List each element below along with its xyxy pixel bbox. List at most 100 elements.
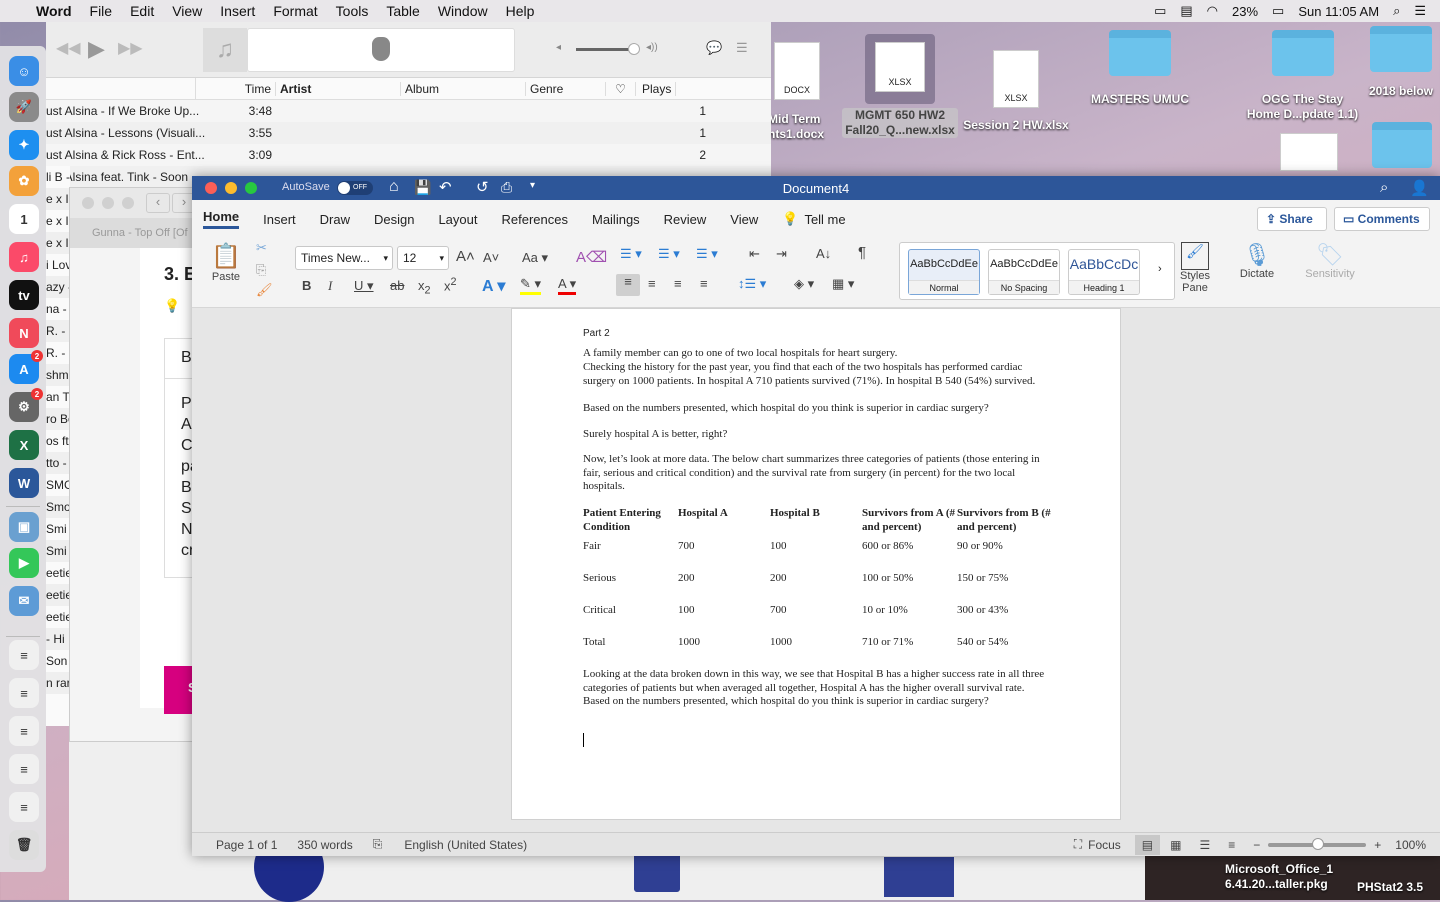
style-normal[interactable]: AaBbCcDdEe Normal (908, 249, 980, 295)
song-row[interactable]: e x I (46, 188, 70, 210)
tab-view[interactable]: View (730, 212, 758, 227)
zoom-button[interactable] (245, 182, 257, 194)
italic-button[interactable]: I (328, 278, 332, 294)
menu-window[interactable]: Window (429, 3, 497, 19)
dock-preview-icon[interactable]: ▣ (9, 512, 39, 542)
format-painter-icon[interactable]: 🖌 (256, 282, 273, 298)
battery-icon[interactable]: ▭ (1272, 3, 1284, 19)
text-effects-button[interactable]: A ▾ (482, 276, 505, 296)
styles-pane-button[interactable]: 🖌 Styles Pane (1178, 242, 1212, 294)
copy-icon[interactable]: ⎘ (256, 262, 266, 278)
dock-finder-icon[interactable]: ☺ (9, 56, 39, 86)
superscript-button[interactable]: x2 (444, 276, 457, 293)
dock-system-preferences-icon[interactable]: ⚙ 2 (9, 388, 43, 422)
styles-gallery-next-icon[interactable]: › (1158, 263, 1162, 275)
undo-icon[interactable]: ↶ (439, 178, 452, 196)
menu-tools[interactable]: Tools (327, 3, 378, 19)
dock-app-store-icon[interactable]: A2 (9, 350, 43, 384)
menu-file[interactable]: File (81, 3, 122, 19)
close-button[interactable] (205, 182, 217, 194)
draft-view-icon[interactable]: ≡ (1228, 838, 1235, 852)
highlight-button[interactable]: ✎ ▾ (520, 276, 542, 295)
desktop-screenshot-thumbnail[interactable] (1280, 133, 1338, 171)
dock-news-icon[interactable]: N (9, 318, 39, 348)
dock-trash-icon[interactable]: 🗑 (9, 830, 39, 860)
desktop-file-office-pkg[interactable]: Microsoft_Office_1 6.41.20...taller.pkg (1225, 862, 1333, 892)
comments-button[interactable]: ▭ Comments (1334, 207, 1430, 231)
strikethrough-button[interactable]: ab (390, 278, 404, 293)
style-no-spacing[interactable]: AaBbCcDdEe No Spacing (988, 249, 1060, 295)
airplay-icon[interactable]: ▭ (1154, 3, 1166, 19)
back-button[interactable]: ‹ (146, 193, 170, 213)
save-icon[interactable]: 💾 (414, 179, 431, 196)
borders-button[interactable]: ▦ ▾ (832, 276, 854, 292)
web-layout-icon[interactable]: ▦ (1170, 838, 1181, 852)
song-row[interactable]: ust Alsina & Rick Ross - Ent... 3:09 2 (46, 144, 771, 166)
page-count[interactable]: Page 1 of 1 (216, 838, 277, 852)
dock-document-1-icon[interactable]: ≡ (9, 640, 39, 670)
underline-button[interactable]: U ▾ (354, 278, 374, 294)
justify-button[interactable]: ≡ (700, 276, 708, 291)
word-count[interactable]: 350 words (297, 838, 352, 852)
customize-toolbar-icon[interactable]: ▾ (530, 180, 535, 191)
document-page[interactable]: Part 2 A family member can go to one of … (511, 308, 1121, 820)
dock-word-icon[interactable]: W (9, 468, 39, 498)
share-button[interactable]: ⇪ Share (1257, 207, 1327, 231)
dock-safari-icon[interactable]: ✦ (9, 130, 39, 160)
clear-formatting-icon[interactable]: A⌫ (576, 248, 607, 266)
zoom-level[interactable]: 100% (1395, 838, 1426, 852)
tell-me-search[interactable]: Tell me (804, 212, 845, 227)
folder-icon[interactable] (1372, 122, 1432, 168)
desktop-folder-2018[interactable]: 2018 below (1362, 26, 1440, 99)
song-row[interactable]: na - (46, 298, 70, 320)
dock-apple-tv-icon[interactable]: tv (9, 280, 39, 310)
song-row[interactable]: e x I (46, 232, 70, 254)
tab-review[interactable]: Review (664, 212, 707, 227)
input-source-flag-icon[interactable]: ▤ (1180, 3, 1192, 19)
song-row[interactable]: an T (46, 386, 70, 408)
dock-document-4-icon[interactable]: ≡ (9, 754, 39, 784)
dock-launchpad-icon[interactable]: 🚀 (9, 92, 39, 122)
desktop-folder-masters[interactable]: MASTERS UMUC (1085, 30, 1195, 107)
line-spacing-button[interactable]: ↕☰ ▾ (738, 276, 766, 292)
home-icon[interactable]: ⌂ (389, 178, 399, 196)
search-icon[interactable]: ⌕ (1380, 179, 1388, 196)
sensitivity-button[interactable]: 🏷 Sensitivity (1300, 242, 1360, 280)
song-row[interactable]: ust Alsina - Lessons (Visuali... 3:55 1 (46, 122, 771, 144)
increase-indent-button[interactable]: ⇥ (776, 246, 787, 262)
desktop-file-midterm[interactable]: DOCX Mid Term nts1.docx (768, 42, 824, 142)
song-row[interactable]: Son (46, 650, 70, 672)
fast-forward-icon[interactable]: ▶▶ (118, 38, 143, 58)
zoom-button[interactable] (122, 197, 134, 209)
shrink-font-icon[interactable]: A˅ (483, 250, 499, 265)
song-row[interactable]: tto - (46, 452, 70, 474)
spotlight-search-icon[interactable]: ⌕ (1393, 3, 1400, 19)
zoom-out-button[interactable]: − (1253, 838, 1260, 852)
column-album[interactable]: Album (401, 81, 526, 96)
column-time[interactable]: Time (196, 81, 276, 96)
tab-draw[interactable]: Draw (320, 212, 350, 227)
clock[interactable]: Sun 11:05 AM (1298, 4, 1379, 19)
menu-view[interactable]: View (163, 3, 211, 19)
column-genre[interactable]: Genre (526, 81, 606, 96)
focus-button[interactable]: Focus (1088, 838, 1121, 852)
cut-icon[interactable]: ✂ (256, 240, 267, 256)
account-icon[interactable]: 👤 (1410, 179, 1429, 197)
menu-insert[interactable]: Insert (211, 3, 264, 19)
menu-edit[interactable]: Edit (121, 3, 163, 19)
column-artist[interactable]: Artist (276, 81, 401, 96)
tab-layout[interactable]: Layout (438, 212, 477, 227)
dictate-button[interactable]: 🎙 Dictate (1235, 242, 1279, 280)
close-button[interactable] (82, 197, 94, 209)
song-row[interactable]: li B - (46, 166, 70, 188)
play-icon[interactable]: ▶ (88, 36, 105, 62)
dock-facetime-icon[interactable]: ▶ (9, 548, 39, 578)
song-row[interactable]: R. - (46, 342, 70, 364)
multilevel-list-button[interactable]: ☰ ▾ (696, 246, 718, 262)
show-formatting-marks-button[interactable]: ¶ (858, 244, 866, 261)
tab-design[interactable]: Design (374, 212, 414, 227)
battery-percent[interactable]: 23% (1232, 4, 1258, 19)
align-right-button[interactable]: ≡ (674, 276, 682, 291)
dock-calendar-icon[interactable]: 1 (9, 204, 39, 234)
rewind-icon[interactable]: ◀◀ (56, 38, 81, 58)
